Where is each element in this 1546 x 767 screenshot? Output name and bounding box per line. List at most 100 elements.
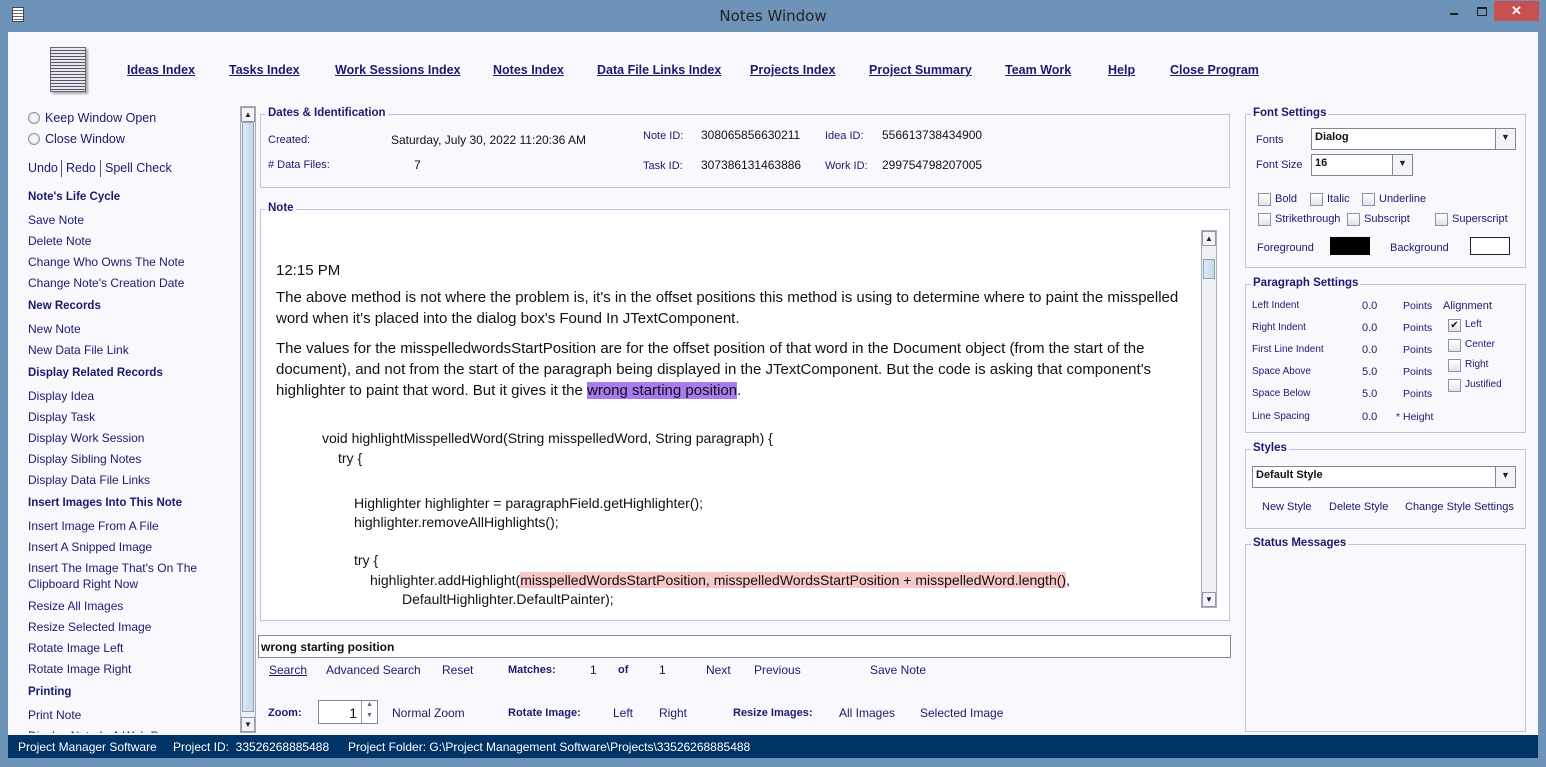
sidebar-item[interactable]: Resize Selected Image — [28, 619, 208, 635]
sidebar-item[interactable]: Change Who Owns The Note — [28, 254, 208, 270]
sidebar-item[interactable]: Display Sibling Notes — [28, 451, 208, 467]
sidebar-item[interactable]: Display Idea — [28, 388, 208, 404]
note-scrollbar[interactable]: ▲ ▼ — [1201, 230, 1217, 608]
subscript-checkbox[interactable] — [1347, 213, 1360, 226]
resize-selected-button[interactable]: Selected Image — [920, 706, 1003, 720]
spinner-down-icon[interactable]: ▼ — [361, 712, 377, 723]
sidebar-item[interactable]: Insert A Snipped Image — [28, 539, 208, 555]
unit-label: Points — [1403, 344, 1433, 356]
sidebar-item[interactable]: Display Data File Links — [28, 472, 208, 488]
rotate-left-button[interactable]: Left — [613, 706, 633, 720]
advanced-search-button[interactable]: Advanced Search — [326, 663, 421, 677]
align-left-checkbox[interactable]: ✔ — [1448, 319, 1461, 332]
redo-button[interactable]: Redo — [66, 161, 96, 175]
save-note-button[interactable]: Save Note — [870, 663, 926, 677]
nav-ideas-index[interactable]: Ideas Index — [127, 63, 195, 77]
nav-tasks-index[interactable]: Tasks Index — [229, 63, 300, 77]
nav-projects-index[interactable]: Projects Index — [750, 63, 835, 77]
sidebar-item[interactable]: Print Note — [28, 707, 208, 723]
paragraph-setting-value[interactable]: 5.0 — [1362, 388, 1377, 400]
sidebar-item[interactable]: Rotate Image Left — [28, 640, 208, 656]
superscript-checkbox[interactable] — [1435, 213, 1448, 226]
style-combo[interactable]: Default Style ▼ — [1252, 466, 1516, 488]
close-icon[interactable]: ✕ — [1494, 1, 1539, 21]
radio-button[interactable] — [28, 112, 40, 124]
nav-data-file-links-index[interactable]: Data File Links Index — [597, 63, 721, 77]
spell-check-button[interactable]: Spell Check — [105, 161, 172, 175]
new-style-button[interactable]: New Style — [1262, 501, 1312, 513]
delete-style-button[interactable]: Delete Style — [1329, 501, 1388, 513]
align-right-checkbox[interactable] — [1448, 359, 1461, 372]
styles-panel: Styles Default Style ▼ New Style Delete S… — [1245, 442, 1526, 529]
scroll-down-icon[interactable]: ▼ — [241, 717, 255, 732]
nav-project-summary[interactable]: Project Summary — [869, 63, 972, 77]
note-editor[interactable]: 12:15 PM The above method is not where t… — [276, 260, 1196, 615]
chevron-down-icon[interactable]: ▼ — [1495, 467, 1515, 487]
paragraph-setting-value[interactable]: 0.0 — [1362, 411, 1377, 423]
undo-button[interactable]: Undo — [28, 161, 58, 175]
reset-button[interactable]: Reset — [442, 663, 473, 677]
chevron-down-icon[interactable]: ▼ — [1495, 129, 1515, 149]
normal-zoom-button[interactable]: Normal Zoom — [392, 706, 465, 720]
sidebar-item[interactable]: Resize All Images — [28, 598, 208, 614]
italic-checkbox[interactable] — [1310, 193, 1323, 206]
scroll-up-icon[interactable]: ▲ — [1202, 231, 1216, 246]
rotate-right-button[interactable]: Right — [659, 706, 687, 720]
scroll-thumb[interactable] — [242, 122, 254, 712]
nav-notes-index[interactable]: Notes Index — [493, 63, 564, 77]
background-swatch[interactable] — [1470, 237, 1510, 255]
search-highlight: wrong starting position — [587, 382, 738, 399]
previous-button[interactable]: Previous — [754, 663, 801, 677]
spinner-up-icon[interactable]: ▲ — [361, 701, 377, 712]
zoom-spinner[interactable]: 1 ▲ ▼ — [318, 700, 378, 724]
sidebar-item[interactable]: Delete Note — [28, 233, 208, 249]
code-line: try { — [354, 552, 379, 568]
resize-all-button[interactable]: All Images — [839, 706, 895, 720]
sidebar-item[interactable]: Display Task — [28, 409, 208, 425]
radio-label[interactable]: Close Window — [45, 132, 125, 146]
align-center-checkbox[interactable] — [1448, 339, 1461, 352]
change-style-settings-button[interactable]: Change Style Settings — [1405, 501, 1514, 513]
scroll-up-icon[interactable]: ▲ — [241, 107, 255, 122]
sidebar-scrollbar[interactable]: ▲ ▼ — [240, 106, 256, 733]
paragraph-setting-value[interactable]: 0.0 — [1362, 344, 1377, 356]
sidebar-item[interactable]: Insert The Image That's On The Clipboard… — [28, 560, 208, 592]
paragraph-setting-value[interactable]: 0.0 — [1362, 300, 1377, 312]
font-size-combo[interactable]: 16 ▼ — [1311, 154, 1413, 176]
rotate-image-label: Rotate Image: — [508, 707, 581, 719]
maximize-icon[interactable] — [1477, 7, 1487, 16]
chevron-down-icon[interactable]: ▼ — [1392, 155, 1412, 175]
foreground-swatch[interactable] — [1330, 237, 1370, 255]
align-justified-checkbox[interactable] — [1448, 379, 1461, 392]
nav-work-sessions-index[interactable]: Work Sessions Index — [335, 63, 461, 77]
search-button[interactable]: Search — [269, 663, 307, 677]
sidebar-item[interactable]: Insert Image From A File — [28, 518, 208, 534]
strikethrough-checkbox[interactable] — [1258, 213, 1271, 226]
next-button[interactable]: Next — [706, 663, 731, 677]
paragraph-setting-value[interactable]: 0.0 — [1362, 322, 1377, 334]
nav-close-program[interactable]: Close Program — [1170, 63, 1259, 77]
scroll-down-icon[interactable]: ▼ — [1202, 592, 1216, 607]
paragraph-setting-value[interactable]: 5.0 — [1362, 366, 1377, 378]
nav-help[interactable]: Help — [1108, 63, 1135, 77]
bold-checkbox[interactable] — [1258, 193, 1271, 206]
radio-button[interactable] — [28, 133, 40, 145]
sidebar-item[interactable]: Display Work Session — [28, 430, 208, 446]
underline-checkbox[interactable] — [1362, 193, 1375, 206]
minimize-icon[interactable] — [1450, 13, 1458, 15]
background-label: Background — [1390, 242, 1449, 254]
sidebar-item[interactable]: Change Note's Creation Date — [28, 275, 208, 291]
font-combo[interactable]: Dialog ▼ — [1311, 128, 1516, 150]
sidebar-item[interactable]: New Note — [28, 321, 208, 337]
sidebar-item[interactable]: Rotate Image Right — [28, 661, 208, 677]
scroll-thumb[interactable] — [1203, 259, 1215, 279]
search-input[interactable]: wrong starting position — [258, 635, 1231, 658]
of-label: of — [618, 664, 629, 676]
sidebar-item[interactable]: New Data File Link — [28, 342, 208, 358]
nav-team-work[interactable]: Team Work — [1005, 63, 1071, 77]
radio-label[interactable]: Keep Window Open — [45, 111, 156, 125]
paragraph-settings-panel: Paragraph Settings Left Indent 0.0 Points R… — [1245, 277, 1526, 433]
idea-id-value: 556613738434900 — [882, 128, 983, 142]
sidebar-item[interactable]: Save Note — [28, 212, 208, 228]
sidebar-item[interactable]: Display Note In A Web Page — [28, 728, 208, 733]
